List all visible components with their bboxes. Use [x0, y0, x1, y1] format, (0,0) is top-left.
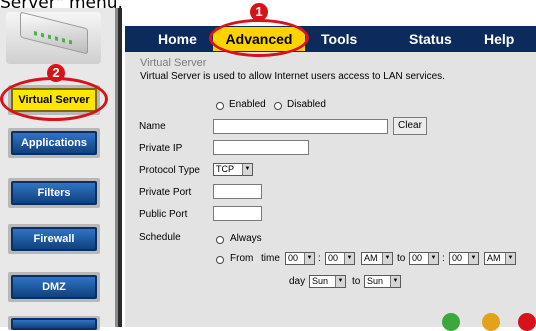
private-port-label: Private Port [139, 187, 192, 198]
public-port-input[interactable] [213, 206, 262, 221]
page-description: Virtual Server is used to allow Internet… [140, 71, 445, 82]
chevron-down-icon: ▼ [390, 276, 400, 287]
chevron-down-icon: ▼ [382, 253, 392, 264]
chevron-down-icon: ▼ [428, 253, 438, 264]
private-ip-input[interactable] [213, 140, 309, 155]
to-hour-value: 00 [412, 253, 423, 263]
always-radio[interactable] [216, 236, 224, 244]
day-to-value: Sun [367, 276, 384, 286]
from-ampm-value: AM [364, 253, 378, 263]
always-label: Always [230, 233, 262, 244]
to-minute-select[interactable]: 00 ▼ [449, 252, 479, 265]
time-colon: : [442, 253, 445, 264]
to-ampm-value: AM [487, 253, 501, 263]
day-from-value: Sun [312, 276, 329, 286]
from-radio[interactable] [216, 256, 224, 264]
apply-icon[interactable] [442, 313, 460, 331]
tab-status[interactable]: Status [409, 27, 452, 51]
tab-help[interactable]: Help [484, 27, 514, 51]
schedule-label: Schedule [139, 232, 181, 243]
sidebar-item-dmz[interactable]: DMZ [11, 275, 97, 299]
name-label: Name [139, 121, 166, 132]
to-minute-value: 00 [452, 253, 463, 263]
cancel-icon[interactable] [482, 313, 500, 331]
chevron-down-icon: ▼ [304, 253, 314, 264]
sidebar-divider [118, 8, 122, 327]
chevron-down-icon: ▼ [468, 253, 478, 264]
help-icon[interactable] [518, 313, 536, 331]
from-hour-select[interactable]: 00 ▼ [285, 252, 315, 265]
sidebar-item-applications[interactable]: Applications [11, 131, 97, 155]
protocol-select[interactable]: TCP ▼ [213, 163, 253, 176]
from-ampm-select[interactable]: AM ▼ [361, 252, 393, 265]
to-label: to [397, 253, 406, 264]
time-colon: : [318, 253, 321, 264]
chevron-down-icon: ▼ [344, 253, 354, 264]
tab-home[interactable]: Home [158, 27, 197, 51]
public-port-label: Public Port [139, 209, 188, 220]
sidebar-highlight-marker [0, 77, 108, 121]
private-port-input[interactable] [213, 184, 262, 199]
tab-highlight-marker [209, 19, 309, 57]
chevron-down-icon: ▼ [505, 253, 515, 264]
from-label: From [230, 253, 254, 264]
tab-marker-badge: 1 [250, 3, 268, 21]
from-minute-select[interactable]: 00 ▼ [325, 252, 355, 265]
sidebar-item-filters[interactable]: Filters [11, 181, 97, 205]
enabled-label: Enabled [229, 99, 266, 110]
disabled-radio[interactable] [274, 102, 282, 110]
chevron-down-icon: ▼ [242, 164, 252, 175]
name-input[interactable] [213, 119, 388, 134]
from-minute-value: 00 [328, 253, 339, 263]
private-ip-label: Private IP [139, 143, 183, 154]
chevron-down-icon: ▼ [335, 276, 345, 287]
day-from-select[interactable]: Sun ▼ [309, 275, 346, 288]
sidebar-item-next[interactable] [11, 318, 97, 330]
sidebar-item-firewall[interactable]: Firewall [11, 227, 97, 251]
from-hour-value: 00 [288, 253, 299, 263]
enabled-radio[interactable] [216, 102, 224, 110]
clear-button[interactable]: Clear [393, 117, 427, 135]
protocol-value: TCP [216, 164, 234, 174]
to-ampm-select[interactable]: AM ▼ [484, 252, 516, 265]
day-to-select[interactable]: Sun ▼ [364, 275, 401, 288]
disabled-label: Disabled [287, 99, 326, 110]
to-hour-select[interactable]: 00 ▼ [409, 252, 439, 265]
page-title: Virtual Server [140, 57, 207, 69]
time-label: time [261, 253, 280, 264]
sidebar-marker-badge: 2 [47, 64, 65, 82]
protocol-type-label: Protocol Type [139, 165, 200, 176]
day-to-label: to [352, 276, 361, 287]
tab-tools[interactable]: Tools [321, 27, 357, 51]
day-label: day [289, 276, 306, 287]
